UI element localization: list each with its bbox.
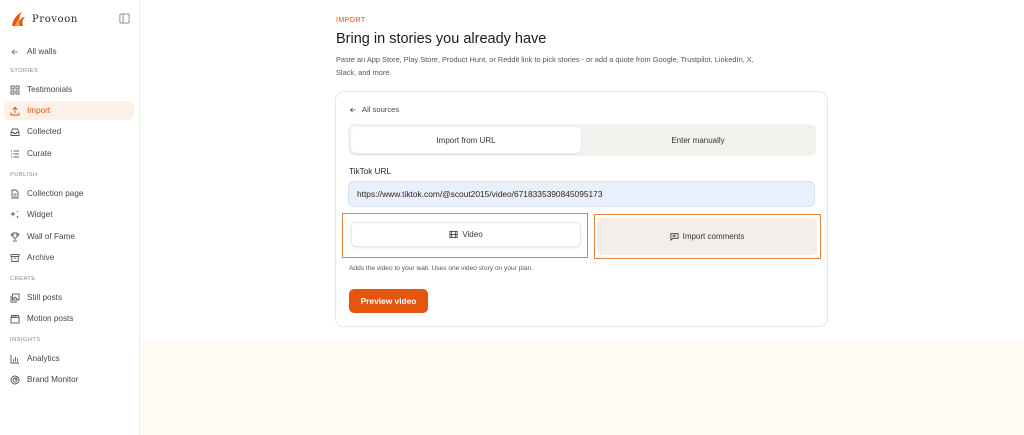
sidebar-item-collection-page[interactable]: Collection page [4, 184, 134, 203]
sidebar-item-testimonials[interactable]: Testimonials [4, 80, 134, 99]
import-comments-label: Import comments [682, 232, 745, 241]
page-subtitle: Paste an App Store, Play Store, Product … [336, 55, 754, 77]
arrow-left-icon [11, 48, 18, 55]
brand: Provoon [10, 10, 132, 28]
preview-video-button[interactable]: Preview video [349, 289, 428, 313]
video-option-button[interactable]: Video [351, 222, 581, 247]
sidebar-item-import[interactable]: Import [4, 101, 134, 120]
page-footer-band [140, 342, 1024, 435]
sidebar-item-widget[interactable]: Widget [4, 205, 134, 224]
arrow-left-icon [350, 107, 356, 112]
archive-icon [10, 253, 20, 262]
message-square-icon [670, 232, 679, 241]
sidebar-item-collected[interactable]: Collected [4, 122, 134, 141]
brand-name: Provoon [32, 13, 78, 25]
bar-chart-icon [10, 354, 19, 363]
all-walls-link[interactable]: All walls [4, 42, 134, 61]
trophy-icon [10, 232, 20, 241]
sparkles-icon [10, 210, 19, 218]
tab-enter-manually[interactable]: Enter manually [583, 127, 813, 153]
video-option-label: Video [462, 230, 483, 239]
film-icon [449, 230, 458, 239]
import-comments-button[interactable]: Import comments [597, 218, 817, 255]
sidebar-item-label: Collection page [27, 189, 84, 198]
tiktok-url-input[interactable] [348, 181, 815, 207]
sidebar-item-label: Archive [27, 253, 55, 262]
grid-icon [10, 85, 20, 94]
tiktok-url-label: TikTok URL [349, 167, 392, 176]
sidebar-item-motion-posts[interactable]: Motion posts [4, 309, 134, 328]
radar-icon [10, 375, 20, 384]
upload-icon [10, 106, 20, 115]
sidebar-item-label: Brand Monitor [27, 375, 79, 384]
sidebar: Provoon All walls STORIES Testimonials I… [0, 0, 140, 435]
import-mode-tabs: Import from URL Enter manually [348, 124, 816, 156]
provoon-logo-icon [12, 12, 25, 26]
sidebar-item-label: Collected [27, 127, 62, 136]
page-eyebrow: IMPORT [336, 17, 366, 24]
sidebar-item-analytics[interactable]: Analytics [4, 349, 134, 368]
sidebar-item-still-posts[interactable]: Still posts [4, 288, 134, 307]
page-title: Bring in stories you already have [336, 31, 547, 47]
sidebar-item-label: Curate [27, 149, 52, 158]
clapperboard-icon [10, 314, 20, 323]
inbox-icon [10, 128, 20, 136]
sidebar-item-label: Still posts [27, 293, 63, 302]
all-sources-link[interactable]: All sources [349, 105, 399, 114]
sidebar-item-curate[interactable]: Curate [4, 144, 134, 163]
sidebar-item-label: Analytics [27, 354, 60, 363]
sidebar-item-wall-of-fame[interactable]: Wall of Fame [4, 227, 134, 246]
sidebar-item-label: Testimonials [27, 85, 73, 94]
all-sources-label: All sources [362, 105, 400, 114]
sidebar-item-archive[interactable]: Archive [4, 248, 134, 267]
file-icon [11, 189, 19, 198]
tab-import-from-url[interactable]: Import from URL [351, 127, 581, 153]
sidebar-item-label: Wall of Fame [27, 232, 75, 241]
images-icon [10, 293, 20, 302]
section-stories: STORIES [10, 68, 39, 74]
video-hint-text: Adds the video to your wall. Uses one vi… [349, 265, 533, 272]
section-insights: INSIGHTS [10, 337, 41, 343]
sidebar-item-brand-monitor[interactable]: Brand Monitor [4, 370, 134, 389]
section-publish: PUBLISH [10, 172, 38, 178]
sidebar-item-label: Widget [27, 210, 53, 219]
all-walls-label: All walls [27, 47, 57, 56]
sidebar-item-label: Import [27, 106, 51, 115]
list-icon [11, 150, 19, 157]
sidebar-item-label: Motion posts [27, 314, 74, 323]
sidebar-collapse-icon[interactable] [119, 13, 130, 24]
section-create: CREATE [10, 276, 36, 282]
